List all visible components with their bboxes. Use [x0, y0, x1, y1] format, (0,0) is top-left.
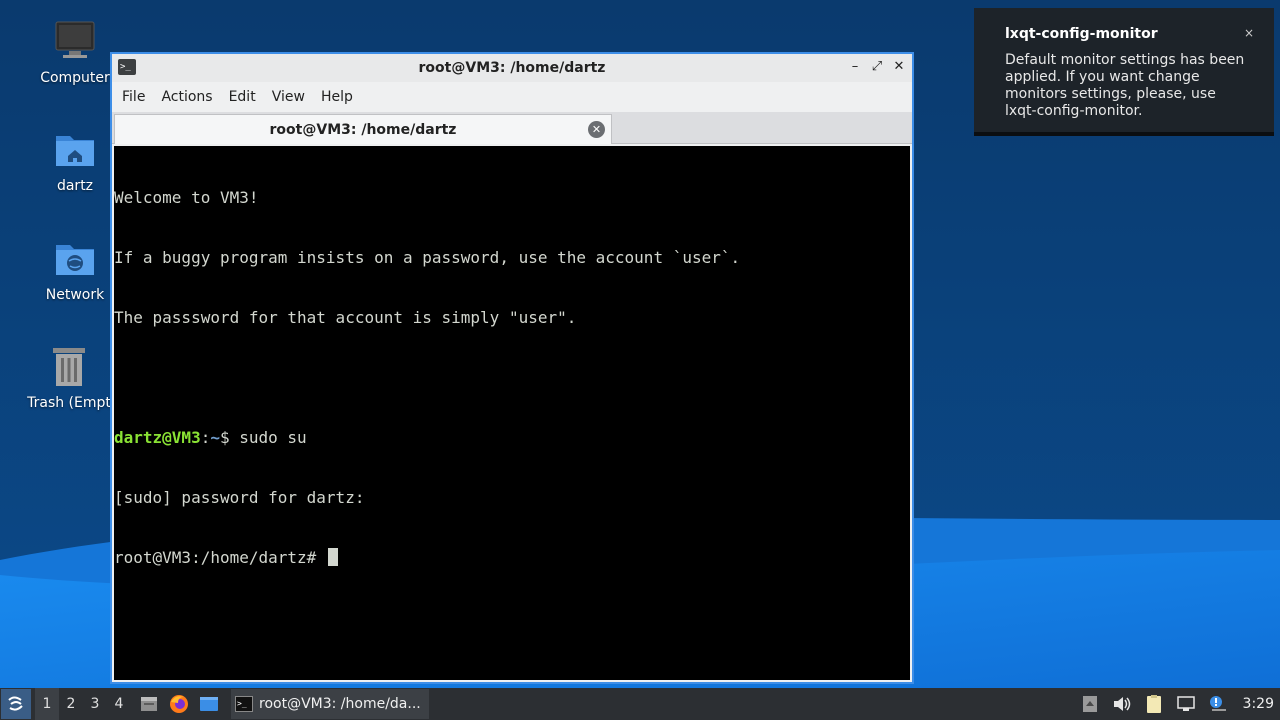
notification-close-button[interactable]: × — [1244, 26, 1254, 40]
menubar: File Actions Edit View Help — [112, 82, 912, 112]
menu-edit[interactable]: Edit — [229, 89, 266, 105]
firefox-icon[interactable] — [167, 692, 191, 716]
prompt-separator: : — [200, 428, 211, 447]
terminal-line: Welcome to VM3! — [114, 188, 259, 207]
terminal-app-icon[interactable]: >_ — [118, 59, 136, 75]
home-folder-icon — [53, 128, 97, 172]
system-tray: 3:29 — [1079, 688, 1280, 720]
terminal-task-icon: >_ — [235, 696, 253, 712]
clipboard-icon[interactable] — [1143, 693, 1165, 715]
terminal-line: If a buggy program insists on a password… — [114, 248, 741, 267]
terminal-line: The passsword for that account is simply… — [114, 308, 577, 327]
desktop-icon-label: Trash (Empt — [27, 395, 111, 411]
taskbar: 1 2 3 4 >_ root@VM3: /home/da... 3:29 — [0, 688, 1280, 720]
minimize-button[interactable]: – — [846, 58, 864, 76]
network-connection-icon[interactable] — [1175, 693, 1197, 715]
prompt-path: ~ — [210, 428, 220, 447]
desktop-switcher-3[interactable]: 3 — [83, 696, 107, 712]
volume-icon[interactable] — [1111, 693, 1133, 715]
desktop-switcher-4[interactable]: 4 — [107, 696, 131, 712]
terminal-window: >_ root@VM3: /home/dartz – ⤢ ✕ File Acti… — [110, 52, 914, 684]
maximize-button[interactable]: ⤢ — [868, 58, 886, 76]
prompt-symbol: $ — [219, 428, 240, 447]
network-folder-icon — [53, 237, 97, 281]
terminal-cursor — [327, 548, 338, 566]
terminal-tab[interactable]: root@VM3: /home/dartz ✕ — [114, 114, 612, 144]
notification-body: Default monitor settings has been applie… — [1005, 52, 1245, 119]
update-notifier-icon[interactable] — [1207, 693, 1229, 715]
trash-icon — [47, 345, 91, 389]
desktop-switcher-1[interactable]: 1 — [35, 688, 59, 720]
terminal-prompt-line: dartz@VM3:~$ sudo su — [114, 428, 910, 448]
show-desktop-icon[interactable] — [197, 692, 221, 716]
tab-close-icon[interactable]: ✕ — [588, 121, 605, 138]
tab-bar: root@VM3: /home/dartz ✕ — [112, 112, 912, 144]
prompt-command: sudo su — [239, 428, 307, 447]
tray-up-arrow-icon[interactable] — [1079, 693, 1101, 715]
terminal-output[interactable]: Welcome to VM3! If a buggy program insis… — [114, 146, 910, 680]
menu-view[interactable]: View — [272, 89, 315, 105]
notification-title: lxqt-config-monitor — [1005, 26, 1158, 42]
window-titlebar[interactable]: >_ root@VM3: /home/dartz – ⤢ ✕ — [112, 54, 912, 82]
notification-popup[interactable]: lxqt-config-monitor Default monitor sett… — [974, 8, 1274, 136]
menu-help[interactable]: Help — [321, 89, 363, 105]
menu-actions[interactable]: Actions — [161, 89, 222, 105]
start-menu-button[interactable] — [1, 689, 31, 719]
computer-icon — [53, 20, 97, 64]
menu-file[interactable]: File — [122, 89, 155, 105]
file-manager-icon[interactable] — [137, 692, 161, 716]
desktop-switcher-2[interactable]: 2 — [59, 696, 83, 712]
terminal-root-prompt-line: root@VM3:/home/dartz# — [114, 548, 910, 568]
tab-label: root@VM3: /home/dartz — [269, 121, 457, 138]
lxqt-logo-icon — [8, 696, 23, 711]
prompt-user-host: dartz@VM3 — [114, 428, 201, 447]
taskbar-clock[interactable]: 3:29 — [1243, 696, 1274, 712]
terminal-line: [sudo] password for dartz: — [114, 488, 365, 507]
close-button[interactable]: ✕ — [890, 58, 908, 76]
window-title: root@VM3: /home/dartz — [418, 60, 606, 76]
taskbar-task-terminal[interactable]: >_ root@VM3: /home/da... — [231, 689, 429, 719]
task-label: root@VM3: /home/da... — [259, 696, 421, 712]
root-prompt: root@VM3:/home/dartz# — [114, 548, 326, 567]
desktop-icon-trash[interactable]: Trash (Empt — [19, 345, 119, 411]
